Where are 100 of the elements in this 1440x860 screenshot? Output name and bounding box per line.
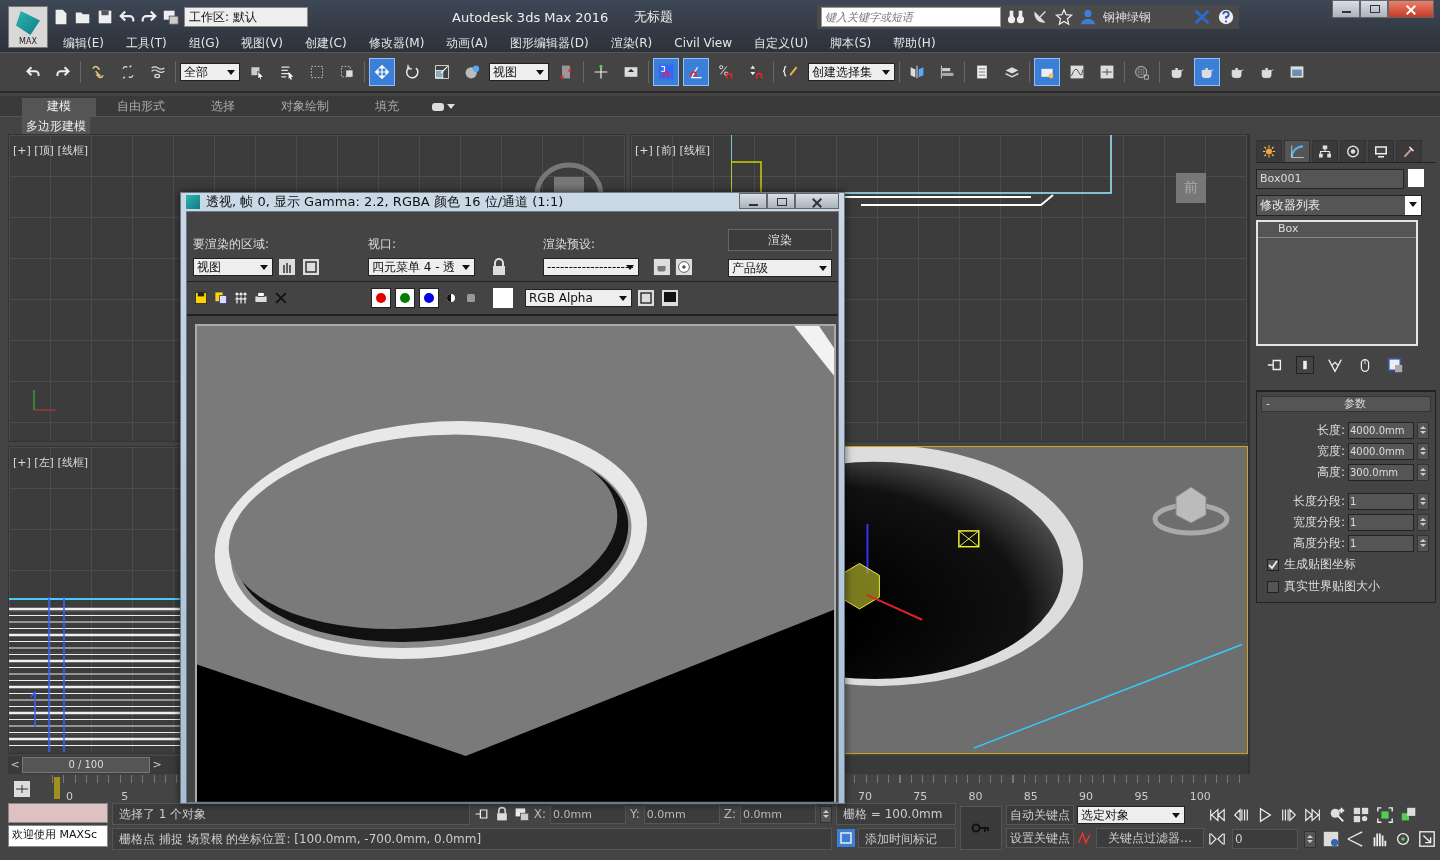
clone-icon[interactable]: [233, 290, 249, 306]
render-button[interactable]: 渲染: [728, 229, 832, 251]
minimize-button[interactable]: [1332, 0, 1360, 18]
menu-item[interactable]: 视图(V): [230, 34, 294, 52]
menu-item[interactable]: 动画(A): [435, 34, 499, 52]
copy-icon[interactable]: [213, 290, 229, 306]
target-icon[interactable]: [1340, 139, 1366, 162]
parameter-field[interactable]: 300.0mm: [1348, 463, 1414, 481]
object-name-field[interactable]: Box001: [1256, 168, 1404, 189]
toolbar-dropdown[interactable]: 创建选择集: [808, 62, 895, 81]
add-time-tag-button[interactable]: 添加时间标记: [858, 828, 956, 849]
key-filters-button[interactable]: 关键点过滤器...: [1096, 828, 1204, 849]
menu-item[interactable]: 修改器(M): [357, 34, 436, 52]
channel-toggle[interactable]: [395, 288, 415, 308]
teapot-icon[interactable]: [1194, 57, 1220, 86]
menu-item[interactable]: 脚本(S): [819, 34, 883, 52]
spinner[interactable]: [1417, 421, 1429, 439]
stack-item[interactable]: Box: [1258, 221, 1416, 238]
parameter-field[interactable]: 1: [1348, 534, 1414, 552]
folder-icon[interactable]: [1034, 57, 1060, 86]
minimize-button[interactable]: [739, 193, 767, 209]
configure-icon[interactable]: [1386, 355, 1404, 374]
menu-item[interactable]: 帮助(H): [882, 34, 947, 52]
menu-item[interactable]: 自定义(U): [743, 34, 820, 52]
render-quality-dropdown[interactable]: 产品级: [728, 259, 832, 277]
next-frame-button[interactable]: >: [150, 756, 164, 773]
spinner[interactable]: [1417, 442, 1429, 460]
grid-tag-icon[interactable]: [836, 828, 856, 849]
checkbox[interactable]: [1267, 558, 1279, 571]
viewport-label[interactable]: [+] [前] [线框]: [635, 142, 710, 158]
menu-item[interactable]: 图形编辑器(D): [498, 34, 600, 52]
window-icon[interactable]: [513, 806, 530, 823]
coordinate-field[interactable]: 0.0mm: [643, 804, 720, 825]
viewport-label[interactable]: [+] [左] [线框]: [13, 454, 88, 470]
viewport-label[interactable]: [+] [顶] [线框]: [13, 142, 88, 158]
close-button[interactable]: [1388, 0, 1434, 18]
menu-item[interactable]: 编辑(E): [52, 34, 115, 52]
helper-box-icon[interactable]: [958, 529, 980, 548]
menu-item[interactable]: 创建(C): [293, 34, 358, 52]
help-icon[interactable]: [1217, 8, 1236, 26]
crop-icon[interactable]: [301, 257, 321, 277]
app-menu-button[interactable]: MAX: [8, 6, 48, 48]
render-area-dropdown[interactable]: 视图: [193, 258, 273, 276]
menu-item[interactable]: 渲染(R): [599, 34, 664, 52]
workspace-dropdown[interactable]: 工作区: 默认: [184, 7, 308, 27]
spinner[interactable]: [1417, 534, 1429, 552]
monitor-icon[interactable]: [1368, 139, 1394, 162]
edit-region-icon[interactable]: [277, 257, 297, 277]
menu-item[interactable]: 组(G): [177, 34, 231, 52]
zoom-all-icon[interactable]: [1352, 806, 1370, 825]
frame-icon[interactable]: [636, 288, 656, 308]
maximize-button[interactable]: [767, 193, 795, 209]
viewport-dropdown[interactable]: 四元菜单 4 - 透: [368, 258, 475, 276]
user-account[interactable]: 钢神绿钢: [1103, 8, 1188, 26]
environment-icon[interactable]: [675, 257, 693, 277]
spinner[interactable]: [1304, 830, 1316, 848]
go-start-icon[interactable]: [1208, 806, 1226, 825]
auto-key-button[interactable]: 自动关键点: [1006, 805, 1074, 826]
menu-item[interactable]: Civil View: [663, 36, 744, 50]
spinner[interactable]: [820, 805, 832, 823]
zoom-icon[interactable]: [1328, 806, 1346, 825]
zoom-extents-icon[interactable]: [1376, 806, 1394, 825]
bar-icon[interactable]: [1296, 355, 1314, 374]
ribbon-tab[interactable]: 建模: [22, 97, 96, 116]
arc-icon[interactable]: [1284, 139, 1310, 162]
hierarchy-icon[interactable]: [1312, 139, 1338, 162]
parameter-field[interactable]: 1: [1348, 492, 1414, 510]
time-slider-thumb[interactable]: 0 / 100: [22, 756, 150, 773]
checkbox[interactable]: [1267, 580, 1279, 593]
snap-icon[interactable]: [653, 57, 679, 86]
ribbon-tab[interactable]: 选择: [186, 97, 260, 116]
coordinate-field[interactable]: 0.0mm: [740, 804, 816, 825]
fov-icon[interactable]: [1322, 830, 1340, 849]
go-end-icon[interactable]: [1304, 806, 1322, 825]
render-preset-dropdown[interactable]: --------------------: [543, 258, 640, 276]
save-icon[interactable]: [193, 290, 209, 306]
disk-icon[interactable]: [96, 8, 114, 26]
angle-snap-icon[interactable]: [683, 57, 709, 86]
color-swatch[interactable]: [493, 288, 513, 308]
close-button[interactable]: [795, 193, 839, 209]
fov-cone-icon[interactable]: [1346, 830, 1364, 849]
rollout-header[interactable]: - 参数: [1261, 395, 1431, 412]
parameter-field[interactable]: 4000.0mm: [1348, 421, 1414, 439]
hammer-icon[interactable]: [1396, 139, 1422, 162]
search-field[interactable]: 键入关键字或短语: [821, 7, 1002, 27]
key-mode-dropdown[interactable]: 选定对象: [1077, 806, 1185, 825]
prev-frame-icon[interactable]: [1232, 806, 1250, 825]
star-icon[interactable]: [1055, 8, 1074, 26]
maximize-button[interactable]: [1360, 0, 1388, 18]
toolbar-dropdown[interactable]: 全部: [180, 62, 240, 81]
channel-toggle[interactable]: [419, 288, 439, 308]
collapse-toggle[interactable]: -: [1262, 397, 1280, 411]
sun-icon[interactable]: [1256, 139, 1282, 162]
toolbar-dropdown[interactable]: 视图: [489, 62, 549, 81]
modifier-list-dropdown[interactable]: 修改器列表: [1256, 194, 1422, 216]
object-color-swatch[interactable]: [1408, 168, 1424, 187]
spinner[interactable]: [1417, 492, 1429, 510]
current-frame-field[interactable]: 0: [1232, 829, 1298, 850]
next-frame-icon[interactable]: [1280, 806, 1298, 825]
spinner[interactable]: [1417, 513, 1429, 531]
